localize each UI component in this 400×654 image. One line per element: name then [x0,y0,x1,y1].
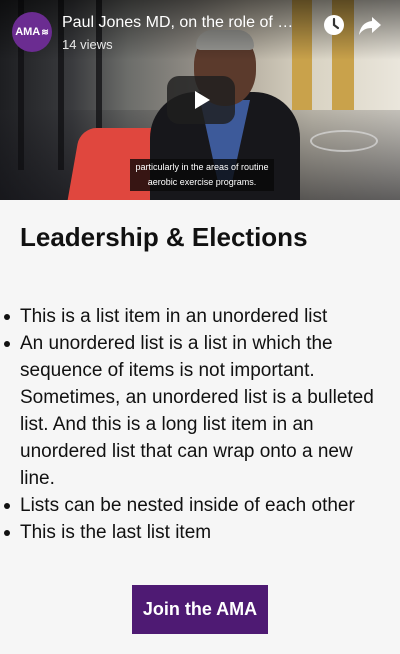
list-item: An unordered list is a list in which the… [4,330,380,492]
list-item: Lists can be nested inside of each other [4,492,380,519]
glass-table [310,130,378,152]
ama-logo[interactable]: AMA ≋ [12,12,52,52]
clock-icon[interactable] [320,11,348,39]
play-button[interactable] [167,76,235,124]
logo-text: AMA [15,26,41,38]
list-item: This is the last list item [4,519,380,546]
section-heading: Leadership & Elections [20,222,308,252]
video-player[interactable]: AMA ≋ Paul Jones MD, on the role of … 14 … [0,0,400,200]
list-item: This is a list item in an unordered list [4,303,380,330]
view-count: 14 views [62,37,113,52]
play-icon [195,91,210,109]
video-title[interactable]: Paul Jones MD, on the role of … [62,14,314,32]
logo-mark-icon: ≋ [41,26,49,37]
video-caption: particularly in the areas of routine aer… [130,159,274,191]
share-arrow-icon[interactable] [356,11,384,39]
join-ama-button[interactable]: Join the AMA [132,585,268,634]
caption-line: aerobic exercise programs. [147,177,257,187]
caption-line: particularly in the areas of routine [135,162,269,172]
unordered-list: This is a list item in an unordered list… [0,303,400,546]
